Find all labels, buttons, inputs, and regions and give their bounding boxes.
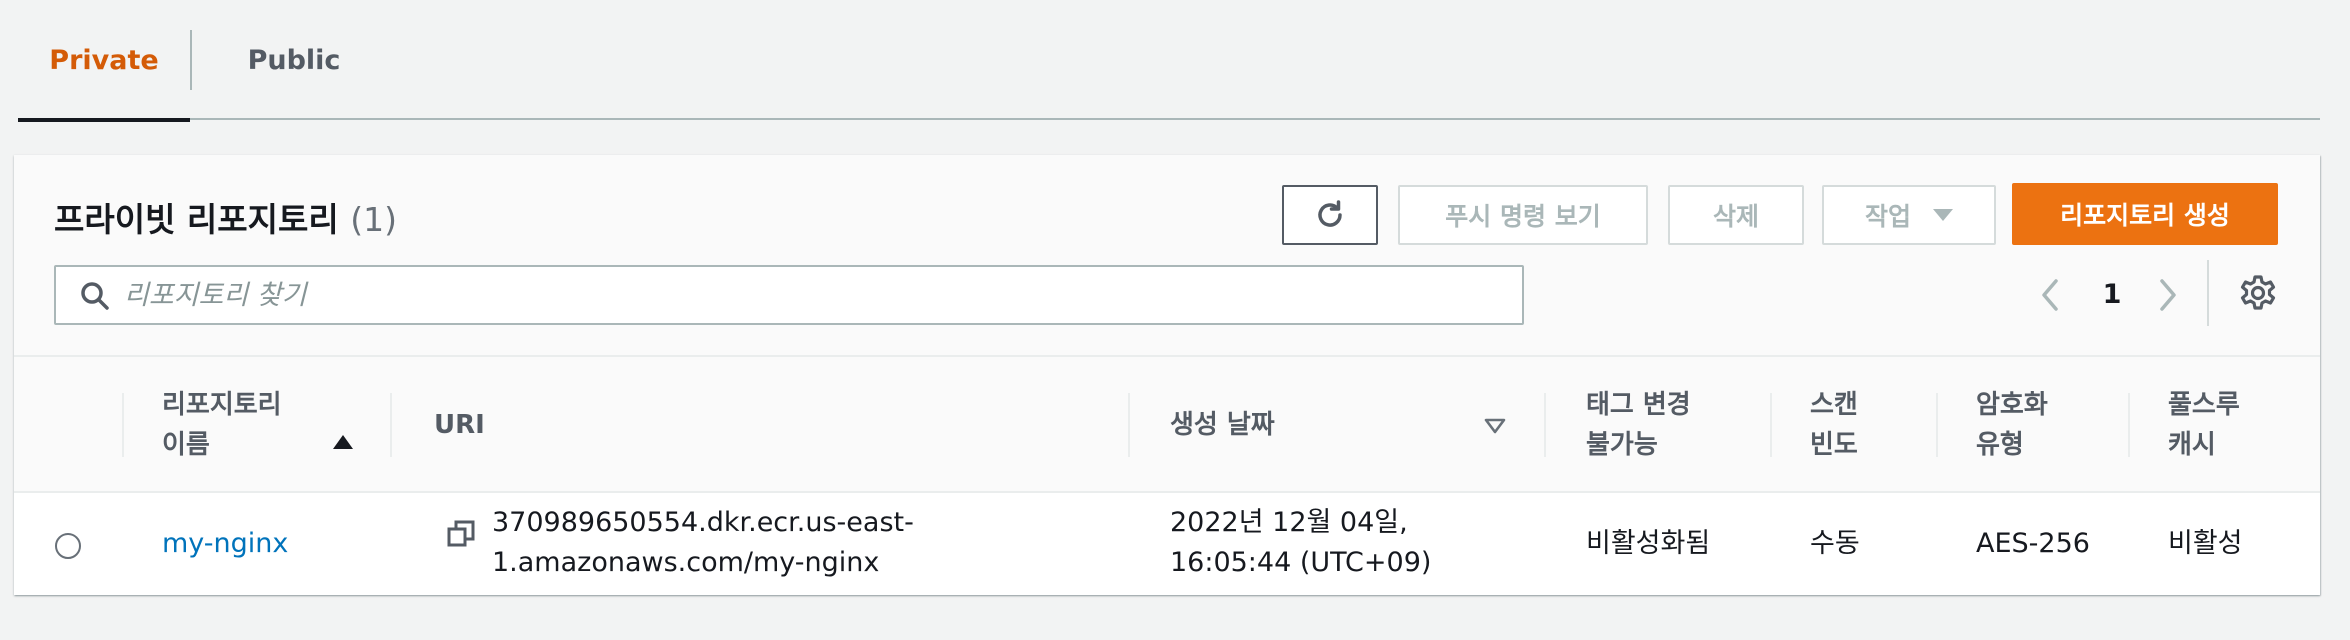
column-divider	[1544, 393, 1546, 457]
column-header-label: 생성 날짜	[1170, 410, 1275, 440]
column-header-pull-through-cache[interactable]: 풀스루 캐시	[2168, 357, 2308, 493]
search-input[interactable]	[124, 267, 1514, 323]
repository-name-cell: my-nginx	[162, 524, 288, 564]
uri-text: 1.amazonaws.com/my-nginx	[492, 547, 880, 578]
panel-title: 프라이빗 리포지토리 (1)	[54, 193, 397, 241]
column-header-label: URI	[434, 410, 485, 440]
column-header-label: 풀스루	[2168, 390, 2240, 420]
column-header-label: 유형	[1976, 430, 2024, 460]
column-divider	[2128, 393, 2130, 457]
column-header-encryption-type[interactable]: 암호화 유형	[1976, 357, 2116, 493]
encryption-type-cell: AES-256	[1976, 528, 2090, 559]
column-header-uri[interactable]: URI	[434, 357, 734, 493]
column-divider	[122, 393, 124, 457]
previous-page-icon[interactable]	[2030, 273, 2070, 317]
pull-through-cache-cell: 비활성	[2168, 528, 2243, 559]
caret-down-icon	[1933, 209, 1953, 221]
column-header-label: 캐시	[2168, 430, 2216, 460]
table-row: my-nginx 370989650554.dkr.ecr.us-east- 1…	[14, 493, 2320, 595]
created-at-text: 16:05:44 (UTC+09)	[1170, 547, 1432, 578]
sort-descending-icon[interactable]	[1484, 417, 1506, 435]
column-header-label: 빈도	[1810, 430, 1858, 460]
panel-title-text: 프라이빗 리포지토리	[54, 200, 339, 239]
column-header-created-at[interactable]: 생성 날짜	[1170, 357, 1470, 493]
repositories-panel: 프라이빗 리포지토리 (1) 푸시 명령 보기 삭제 작업 리포지토리 생성 1	[14, 155, 2320, 595]
search-icon	[81, 282, 109, 310]
search-box	[54, 265, 1524, 325]
scan-frequency-cell: 수동	[1810, 528, 1860, 559]
gear-icon[interactable]	[2238, 273, 2278, 313]
delete-button[interactable]: 삭제	[1668, 185, 1804, 245]
create-repository-button[interactable]: 리포지토리 생성	[2012, 183, 2278, 245]
refresh-icon	[1318, 200, 1342, 227]
actions-dropdown-button[interactable]: 작업	[1822, 185, 1996, 245]
uri-cell: 370989650554.dkr.ecr.us-east- 1.amazonaw…	[492, 503, 914, 583]
repository-name-link[interactable]: my-nginx	[162, 528, 288, 559]
view-push-commands-button[interactable]: 푸시 명령 보기	[1398, 185, 1648, 245]
column-header-scan-frequency[interactable]: 스캔 빈도	[1810, 357, 1930, 493]
created-at-text: 2022년 12월 04일,	[1170, 507, 1408, 538]
tab-bar: Private Public	[18, 0, 2320, 122]
column-divider	[390, 393, 392, 457]
refresh-button[interactable]	[1282, 185, 1378, 245]
column-header-label: 불가능	[1586, 430, 1658, 460]
column-header-label: 이름	[162, 430, 210, 460]
tab-public[interactable]: Public	[192, 0, 396, 120]
column-header-tag-immutability[interactable]: 태그 변경 불가능	[1586, 357, 1766, 493]
column-header-label: 태그 변경	[1586, 390, 1691, 420]
column-divider	[1770, 393, 1772, 457]
column-header-repository-name[interactable]: 리포지토리 이름	[162, 357, 362, 493]
column-header-label: 스캔	[1810, 390, 1858, 420]
copy-icon[interactable]	[446, 519, 476, 549]
repository-count: (1)	[350, 200, 397, 239]
tab-private[interactable]: Private	[18, 0, 190, 122]
uri-text: 370989650554.dkr.ecr.us-east-	[492, 507, 914, 538]
column-header-label: 암호화	[1976, 390, 2048, 420]
sort-ascending-icon[interactable]	[333, 435, 353, 449]
next-page-icon[interactable]	[2148, 273, 2188, 317]
actions-label: 작업	[1864, 202, 1911, 231]
pager-divider	[2207, 260, 2209, 326]
table-header: 리포지토리 이름 URI 생성 날짜 태그 변경 불가능 스캔 빈도 암호화 유…	[14, 355, 2320, 493]
created-at-cell: 2022년 12월 04일, 16:05:44 (UTC+09)	[1170, 503, 1431, 583]
row-select-radio[interactable]	[55, 533, 81, 559]
current-page-number[interactable]: 1	[2094, 275, 2130, 315]
tag-immutability-cell: 비활성화됨	[1586, 528, 1711, 559]
column-divider	[1128, 393, 1130, 457]
column-header-label: 리포지토리	[162, 390, 282, 420]
column-divider	[1936, 393, 1938, 457]
